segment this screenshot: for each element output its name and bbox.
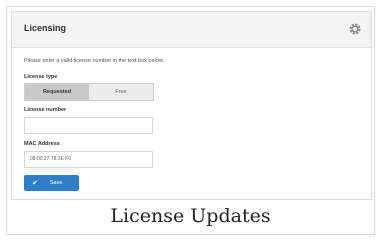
license-type-option-requested[interactable]: Requested xyxy=(25,84,89,100)
gear-icon[interactable] xyxy=(348,22,362,36)
panel-header: Licensing xyxy=(12,12,371,48)
licensing-panel: Licensing Please enter a valid license n… xyxy=(11,11,372,200)
license-type-label: License type xyxy=(24,74,58,80)
instructions-text: Please enter a valid license number in t… xyxy=(24,58,165,64)
mac-address-label: MAC Address xyxy=(24,141,60,147)
save-button[interactable]: ✔ Save xyxy=(24,175,79,191)
panel-title: Licensing xyxy=(24,23,67,33)
check-icon: ✔ xyxy=(32,180,38,187)
figure-caption: License Updates xyxy=(110,205,271,227)
mac-address-field[interactable]: 08:00:27:78:3E:F0 xyxy=(24,151,153,168)
save-button-label: Save xyxy=(49,180,63,186)
license-type-option-free[interactable]: Free xyxy=(89,84,153,100)
license-number-field[interactable] xyxy=(24,117,153,134)
license-number-label: License number xyxy=(24,107,67,113)
license-type-toggle: Requested Free xyxy=(24,83,154,101)
